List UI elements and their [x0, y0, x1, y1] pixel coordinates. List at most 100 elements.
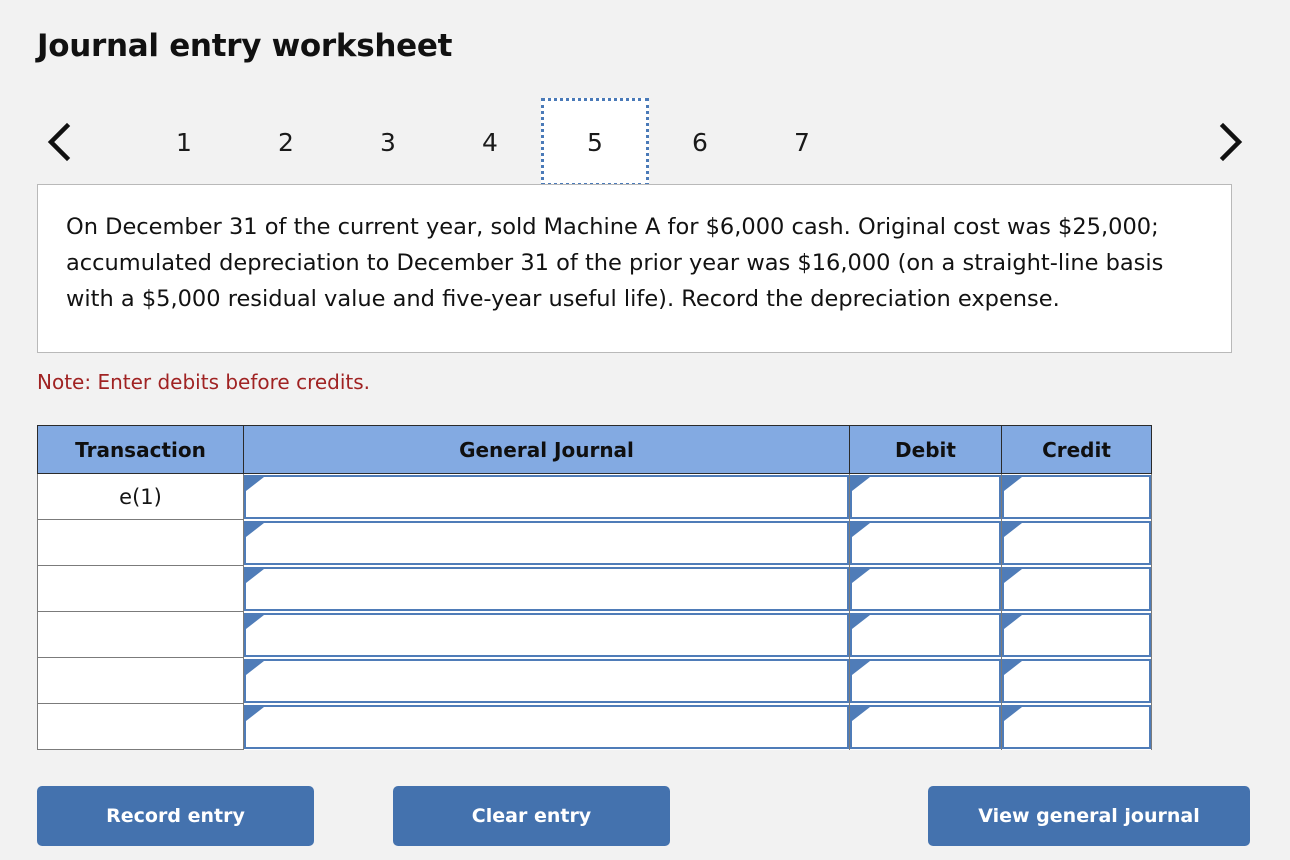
pager-tab-label: 2 [278, 127, 294, 157]
general-journal-account-cell[interactable] [243, 473, 850, 520]
pager-tab-5[interactable]: 5 [541, 98, 649, 186]
debit-cell[interactable] [849, 703, 1002, 750]
cell-value [866, 523, 993, 563]
general-journal-account-input[interactable] [244, 520, 849, 565]
pager-tab-1[interactable]: 1 [133, 98, 235, 186]
table-row [37, 703, 1152, 750]
cell-value [1018, 615, 1143, 655]
credit-input[interactable] [1002, 474, 1151, 519]
view-general-journal-button[interactable]: View general journal [928, 786, 1250, 846]
pager-tab-7[interactable]: 7 [751, 98, 853, 186]
chevron-left-icon [46, 122, 72, 162]
pager-tab-6[interactable]: 6 [649, 98, 751, 186]
credit-input[interactable] [1002, 520, 1151, 565]
pager-tab-3[interactable]: 3 [337, 98, 439, 186]
pager-tab-label: 7 [794, 127, 810, 157]
credit-cell[interactable] [1001, 565, 1152, 612]
journal-table-header-row: Transaction General Journal Debit Credit [37, 425, 1152, 474]
pager-prev-button[interactable] [37, 98, 81, 186]
cell-value [260, 477, 841, 517]
cell-value [260, 569, 841, 609]
credit-cell[interactable] [1001, 519, 1152, 566]
debit-input[interactable] [850, 704, 1001, 749]
cell-value [866, 707, 993, 747]
debit-input[interactable] [850, 520, 1001, 565]
general-journal-account-cell[interactable] [243, 657, 850, 704]
column-header-transaction: Transaction [37, 425, 244, 474]
cell-value [1018, 523, 1143, 563]
cell-value [1018, 707, 1143, 747]
table-row [37, 657, 1152, 704]
table-row [37, 565, 1152, 612]
cell-value [260, 707, 841, 747]
transaction-description-box: On December 31 of the current year, sold… [37, 184, 1232, 353]
page-title: Journal entry worksheet [37, 28, 453, 64]
transaction-description-text: On December 31 of the current year, sold… [66, 214, 1164, 312]
debits-before-credits-note: Note: Enter debits before credits. [37, 370, 371, 394]
general-journal-account-input[interactable] [244, 704, 849, 749]
debit-input[interactable] [850, 612, 1001, 657]
journal-entry-worksheet-page: Journal entry worksheet 1 2 3 4 5 6 7 On… [0, 0, 1290, 860]
general-journal-account-cell[interactable] [243, 703, 850, 750]
transaction-label-cell [37, 703, 244, 750]
cell-value [866, 615, 993, 655]
credit-cell[interactable] [1001, 473, 1152, 520]
journal-table-body: e(1) [37, 473, 1152, 750]
column-header-debit: Debit [849, 425, 1002, 474]
cell-value [260, 523, 841, 563]
credit-input[interactable] [1002, 566, 1151, 611]
table-row [37, 519, 1152, 566]
cell-value [260, 661, 841, 701]
credit-input[interactable] [1002, 612, 1151, 657]
cell-value [866, 477, 993, 517]
pager-tab-label: 1 [176, 127, 192, 157]
transaction-label-cell [37, 519, 244, 566]
column-header-general-journal: General Journal [243, 425, 850, 474]
pager-tab-label: 5 [587, 127, 603, 157]
debit-cell[interactable] [849, 473, 1002, 520]
cell-value [1018, 477, 1143, 517]
general-journal-account-input[interactable] [244, 474, 849, 519]
transaction-label-cell [37, 657, 244, 704]
cell-value [260, 615, 841, 655]
cell-value [1018, 661, 1143, 701]
transaction-label-cell: e(1) [37, 473, 244, 520]
record-entry-button[interactable]: Record entry [37, 786, 314, 846]
general-journal-account-cell[interactable] [243, 565, 850, 612]
debit-cell[interactable] [849, 565, 1002, 612]
credit-input[interactable] [1002, 658, 1151, 703]
credit-cell[interactable] [1001, 657, 1152, 704]
pager-tab-label: 3 [380, 127, 396, 157]
debit-input[interactable] [850, 658, 1001, 703]
debit-input[interactable] [850, 474, 1001, 519]
pager-tab-label: 6 [692, 127, 708, 157]
transaction-label-cell [37, 611, 244, 658]
general-journal-account-cell[interactable] [243, 611, 850, 658]
clear-entry-button[interactable]: Clear entry [393, 786, 670, 846]
debit-cell[interactable] [849, 519, 1002, 566]
general-journal-account-input[interactable] [244, 612, 849, 657]
pager-next-button[interactable] [1208, 98, 1252, 186]
worksheet-pager: 1 2 3 4 5 6 7 [37, 98, 1252, 186]
general-journal-account-input[interactable] [244, 658, 849, 703]
column-header-credit: Credit [1001, 425, 1152, 474]
credit-cell[interactable] [1001, 611, 1152, 658]
journal-table-head: Transaction General Journal Debit Credit [37, 425, 1152, 474]
general-journal-account-input[interactable] [244, 566, 849, 611]
chevron-right-icon [1217, 122, 1243, 162]
table-row: e(1) [37, 473, 1152, 520]
credit-input[interactable] [1002, 704, 1151, 749]
journal-entry-table: Transaction General Journal Debit Credit… [37, 425, 1152, 750]
cell-value [866, 569, 993, 609]
cell-value [1018, 569, 1143, 609]
cell-value [866, 661, 993, 701]
credit-cell[interactable] [1001, 703, 1152, 750]
pager-tab-label: 4 [482, 127, 498, 157]
debit-cell[interactable] [849, 611, 1002, 658]
debit-input[interactable] [850, 566, 1001, 611]
table-row [37, 611, 1152, 658]
general-journal-account-cell[interactable] [243, 519, 850, 566]
pager-tab-2[interactable]: 2 [235, 98, 337, 186]
debit-cell[interactable] [849, 657, 1002, 704]
pager-tab-4[interactable]: 4 [439, 98, 541, 186]
